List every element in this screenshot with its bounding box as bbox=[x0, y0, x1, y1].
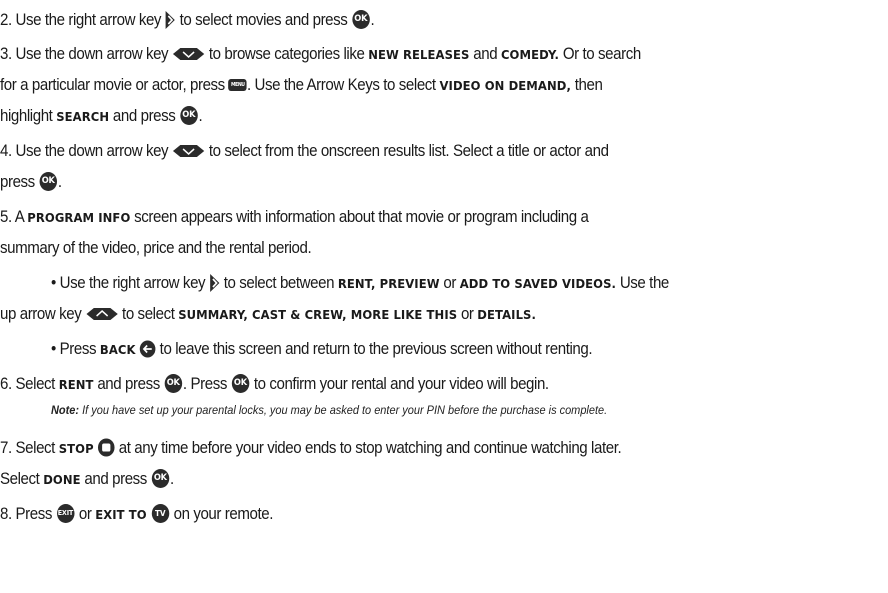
ok-button-icon: OK bbox=[352, 10, 370, 30]
down-arrow-key-icon bbox=[172, 47, 205, 60]
step-7-line-1: 7. Select STOP at any time before your v… bbox=[0, 438, 622, 457]
right-arrow-key-icon bbox=[209, 273, 220, 292]
ok-button-icon: OK bbox=[151, 469, 170, 489]
back-button-icon bbox=[139, 340, 156, 358]
step-7-line-2: Select DONE and press OK. bbox=[0, 469, 174, 489]
menu-button-icon: MENU bbox=[228, 78, 247, 91]
stop-button-icon bbox=[97, 438, 115, 457]
step-4-line-2: press OK. bbox=[0, 172, 62, 192]
step-3-line-1: 3. Use the down arrow key to browse cate… bbox=[0, 45, 641, 63]
step-3-line-2: for a particular movie or actor, press M… bbox=[0, 76, 603, 94]
ok-button-icon: OK bbox=[231, 374, 250, 394]
up-arrow-key-icon bbox=[86, 307, 118, 320]
right-arrow-key-icon bbox=[165, 10, 175, 29]
ok-button-icon: OK bbox=[164, 374, 183, 394]
parental-lock-note: Note: If you have set up your parental l… bbox=[51, 403, 608, 417]
bullet-2-line: • Press BACK to leave this screen and re… bbox=[51, 340, 593, 358]
exit-button-icon: EXIT bbox=[56, 504, 75, 524]
step-3-line-3: highlight SEARCH and press OK. bbox=[0, 106, 203, 126]
bullet-1-line-2: up arrow key to select SUMMARY, CAST & C… bbox=[0, 305, 536, 323]
step-4-line-1: 4. Use the down arrow key to select from… bbox=[0, 142, 609, 160]
tv-button-icon: TV bbox=[151, 504, 169, 524]
ok-button-icon: OK bbox=[39, 172, 57, 192]
step-2-line: 2. Use the right arrow key to select mov… bbox=[0, 10, 375, 30]
step-5-line-1: 5. A PROGRAM INFO screen appears with in… bbox=[0, 208, 589, 226]
bullet-1-line-1: • Use the right arrow key to select betw… bbox=[51, 273, 669, 292]
down-arrow-key-icon bbox=[172, 144, 205, 157]
step-6-line: 6. Select RENT and press OK. Press OK to… bbox=[0, 374, 549, 394]
step-8-line: 8. Press EXIT or EXIT TO TV on your remo… bbox=[0, 504, 274, 524]
instructions-page: 2. Use the right arrow key to select mov… bbox=[0, 0, 888, 593]
step-5-line-2: summary of the video, price and the rent… bbox=[0, 239, 312, 257]
ok-button-icon: OK bbox=[180, 106, 198, 126]
